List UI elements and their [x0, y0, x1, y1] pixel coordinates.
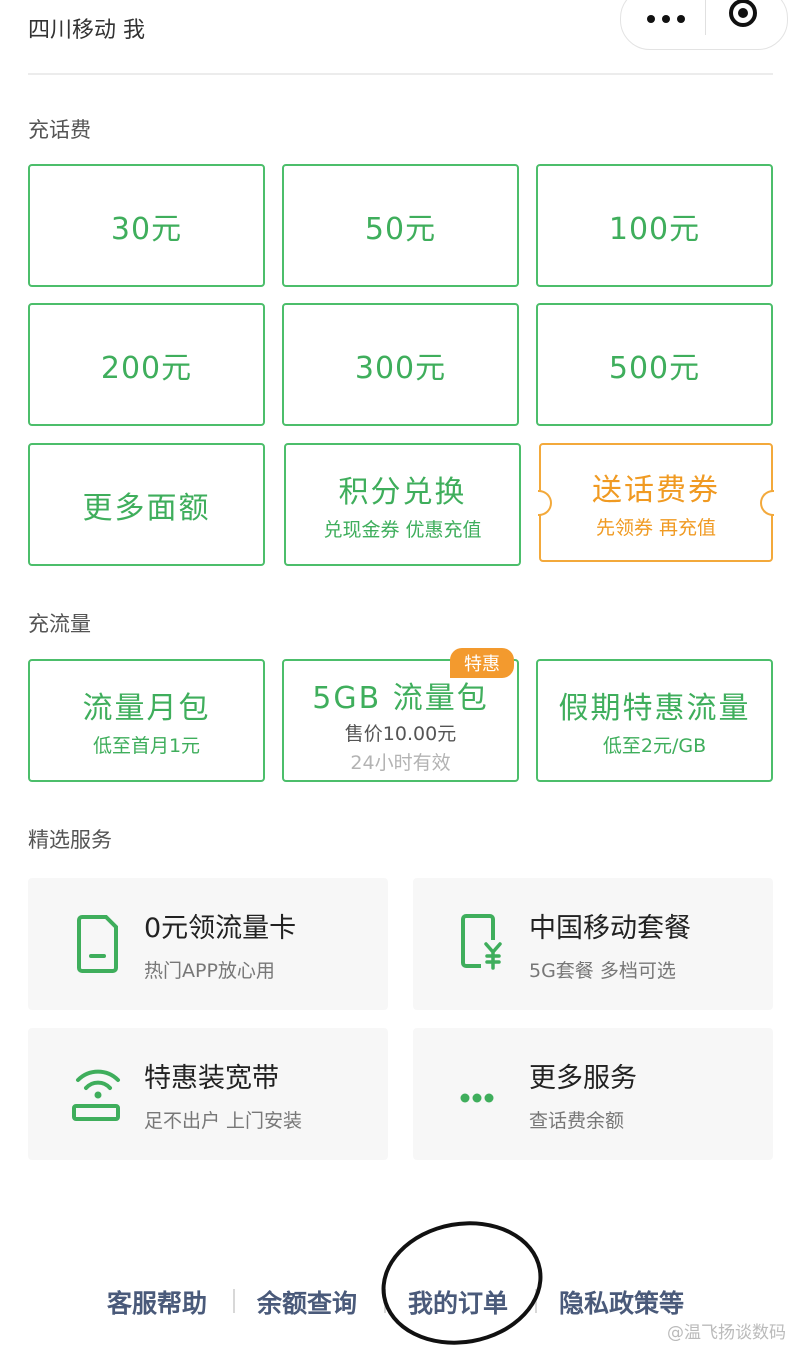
points-exchange-button[interactable]: 积分兑换 兑现金券 优惠充值 [284, 443, 521, 566]
capsule-divider [705, 0, 706, 35]
recharge-amount-label: 50元 [364, 211, 437, 247]
special-offer-badge: 特惠 [450, 648, 514, 678]
data-pack-title: 假期特惠流量 [558, 691, 751, 726]
watermark: @温飞扬谈数码 [667, 1323, 786, 1343]
footer-link-customer-service[interactable]: 客服帮助 [107, 1284, 207, 1320]
footer-link-balance[interactable]: 余额查询 [257, 1284, 357, 1320]
service-sub: 查话费余额 [529, 1110, 625, 1132]
footer-link-privacy[interactable]: 隐私政策等 [559, 1284, 684, 1320]
data-pack-validity: 24小时有效 [350, 751, 451, 774]
recharge-500-button[interactable]: 500元 [536, 303, 773, 426]
service-sub: 5G套餐 多档可选 [529, 960, 676, 982]
footer-separator [233, 1289, 235, 1313]
data-monthly-pack-button[interactable]: 流量月包 低至首月1元 [28, 659, 265, 782]
phone-yuan-icon [461, 914, 507, 970]
service-sub: 足不出户 上门安装 [144, 1110, 303, 1132]
data-pack-title: 5GB 流量包 [312, 680, 489, 716]
recharge-100-button[interactable]: 100元 [536, 164, 773, 287]
page-title: 四川移动 我 [28, 18, 145, 43]
service-broadband[interactable]: 特惠装宽带 足不出户 上门安装 [28, 1028, 388, 1160]
coupon-notch-right [760, 489, 774, 516]
service-title: 更多服务 [529, 1063, 637, 1094]
points-exchange-sub: 兑现金券 优惠充值 [323, 519, 482, 541]
coupon-title: 送话费券 [592, 473, 720, 508]
service-more[interactable]: 更多服务 查话费余额 [413, 1028, 773, 1160]
hand-drawn-circle-annotation [371, 1208, 553, 1358]
recharge-50-button[interactable]: 50元 [282, 164, 519, 287]
coupon-notch-left [538, 489, 552, 516]
recharge-amount-label: 200元 [100, 350, 193, 386]
recharge-amount-label: 300元 [354, 350, 447, 386]
service-title: 特惠装宽带 [144, 1063, 279, 1094]
section-title-services: 精选服务 [28, 828, 112, 852]
wifi-router-icon [72, 1069, 120, 1121]
recharge-amount-label: 500元 [608, 350, 701, 386]
recharge-30-button[interactable]: 30元 [28, 164, 265, 287]
service-sub: 热门APP放心用 [144, 960, 275, 982]
close-target-icon[interactable] [729, 0, 757, 27]
more-amount-label: 更多面额 [82, 490, 211, 526]
more-menu-button[interactable] [647, 12, 687, 26]
more-dots-icon [460, 1093, 494, 1103]
data-pack-sub: 低至首月1元 [92, 735, 201, 757]
header-divider [28, 73, 773, 75]
recharge-200-button[interactable]: 200元 [28, 303, 265, 426]
more-amount-button[interactable]: 更多面额 [28, 443, 265, 566]
data-pack-title: 流量月包 [82, 691, 211, 726]
points-exchange-title: 积分兑换 [338, 475, 467, 510]
coupon-button[interactable]: 送话费券 先领券 再充值 [538, 443, 774, 562]
miniprogram-capsule [620, 0, 788, 50]
section-title-data: 充流量 [28, 612, 91, 636]
coupon-sub: 先领券 再充值 [595, 517, 717, 539]
recharge-amount-label: 100元 [608, 211, 701, 247]
section-title-recharge: 充话费 [28, 118, 91, 142]
service-title: 0元领流量卡 [144, 913, 297, 944]
sim-card-icon [77, 915, 118, 973]
data-pack-sub: 售价10.00元 [344, 722, 457, 745]
data-pack-sub: 低至2元/GB [602, 735, 707, 757]
recharge-300-button[interactable]: 300元 [282, 303, 519, 426]
service-title: 中国移动套餐 [529, 913, 691, 944]
recharge-amount-label: 30元 [110, 211, 183, 247]
data-holiday-pack-button[interactable]: 假期特惠流量 低至2元/GB [536, 659, 773, 782]
service-sim-card[interactable]: 0元领流量卡 热门APP放心用 [28, 878, 388, 1010]
service-mobile-plan[interactable]: 中国移动套餐 5G套餐 多档可选 [413, 878, 773, 1010]
